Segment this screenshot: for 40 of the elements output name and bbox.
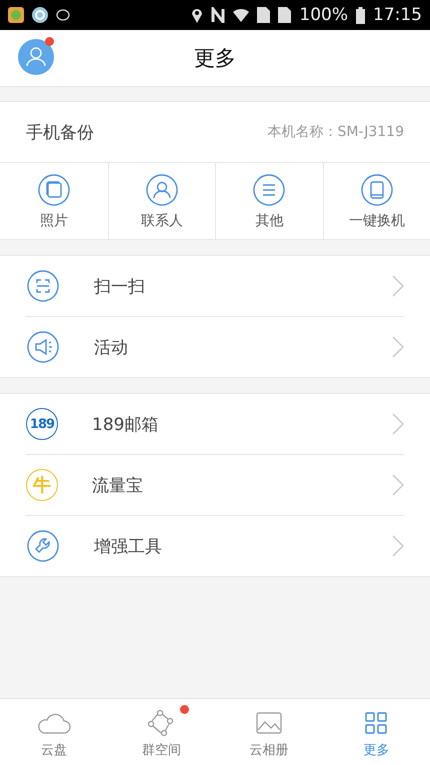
location-icon (191, 7, 204, 23)
menu-item[interactable]: 189 189邮箱 (0, 394, 430, 454)
chevron-icon (392, 336, 404, 358)
chevron-icon (392, 474, 404, 496)
person-icon (144, 172, 179, 206)
app-icon (32, 7, 48, 23)
menu-item[interactable]: 扫一扫 (0, 256, 430, 316)
list-icon (252, 172, 286, 206)
wrench-icon (26, 529, 60, 563)
backup-action[interactable]: 联系人 (108, 163, 215, 239)
tablet-icon (360, 172, 394, 206)
app-icon (8, 7, 24, 23)
sim-icon (278, 7, 292, 23)
avatar[interactable] (18, 39, 54, 75)
photos-icon (36, 172, 71, 206)
tab[interactable]: 云相册 (215, 699, 322, 765)
tab[interactable]: 云盘 (0, 699, 108, 765)
sim-icon (257, 7, 270, 23)
battery-icon (356, 6, 365, 24)
backup-action[interactable]: 一键换机 (322, 163, 430, 239)
traffic-logo-icon: 牛 (26, 469, 58, 501)
page-title: 更多 (194, 45, 236, 72)
section-title: 手机备份 (26, 122, 94, 144)
device-name: 本机名称：SM-J3119 (267, 123, 404, 141)
tab[interactable]: 群空间 (108, 699, 215, 765)
megaphone-icon (26, 330, 60, 364)
mail-logo-icon: 189 (26, 408, 58, 440)
chevron-icon (392, 413, 404, 435)
menu-item[interactable]: 增强工具 (0, 516, 430, 576)
wifi-icon (233, 8, 250, 22)
chevron-icon (392, 275, 404, 297)
backup-action[interactable]: 照片 (0, 163, 108, 239)
chevron-icon (392, 535, 404, 557)
battery-level: 100% (299, 5, 348, 25)
clock-time: 17:15 (373, 5, 422, 25)
menu-item[interactable]: 活动 (0, 317, 430, 377)
menu-item[interactable]: 牛 流量宝 (0, 455, 430, 515)
nfc-icon (211, 7, 226, 23)
scan-icon (26, 269, 60, 303)
backup-action[interactable]: 其他 (215, 163, 322, 239)
